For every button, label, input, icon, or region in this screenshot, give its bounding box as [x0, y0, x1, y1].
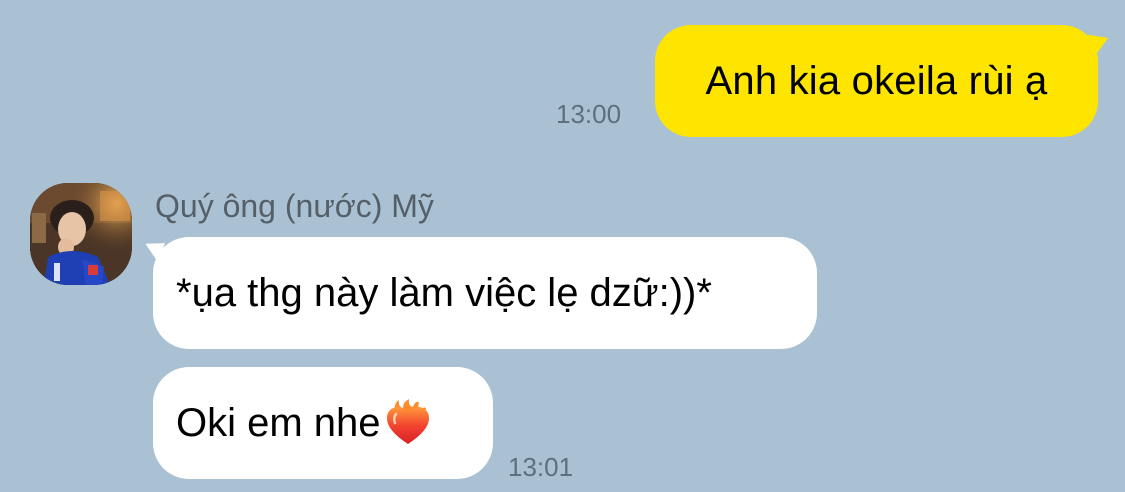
- outgoing-message-bubble[interactable]: Anh kia okeila rùi ạ: [655, 25, 1113, 137]
- message-timestamp: 13:01: [508, 452, 574, 482]
- message-timestamp: 13:00: [556, 99, 622, 129]
- bubble-tail: [140, 236, 166, 262]
- incoming-message-bubble[interactable]: *ụa thg này làm việc lẹ dzữ:))*: [140, 236, 817, 349]
- incoming-message-text: *ụa thg này làm việc lẹ dzữ:))*: [176, 270, 712, 315]
- bubble-tail: [1087, 28, 1113, 56]
- incoming-message-bubble[interactable]: Oki em nhe: [153, 367, 493, 479]
- chat-room: Anh kia okeila rùi ạ 13:00 Quý ông (nước…: [0, 0, 1125, 492]
- outgoing-message-text: Anh kia okeila rùi ạ: [705, 58, 1048, 103]
- user-avatar-photo-icon: [30, 183, 132, 285]
- sender-avatar[interactable]: [30, 183, 132, 285]
- incoming-message-text: Oki em nhe: [176, 400, 381, 445]
- heart-on-fire-icon: [386, 399, 429, 444]
- sender-name: Quý ông (nước) Mỹ: [155, 188, 434, 224]
